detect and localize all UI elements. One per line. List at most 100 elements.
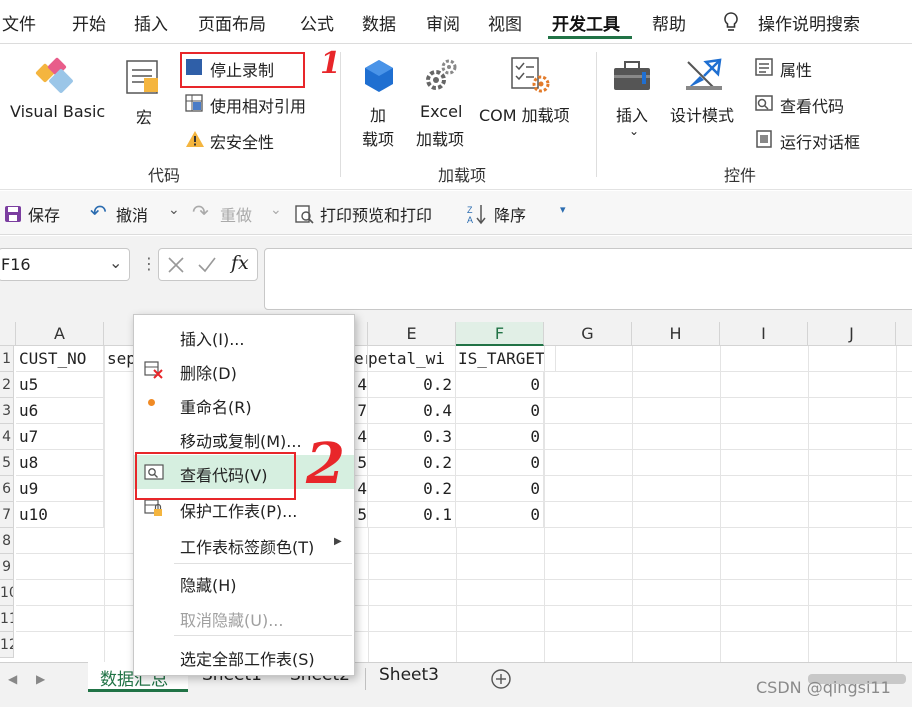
table-header-cell[interactable]: IS_TARGET <box>456 346 556 372</box>
column-header-i[interactable]: I <box>720 322 808 346</box>
table-cell[interactable]: 0.2 <box>368 372 456 398</box>
row-header[interactable]: 8 <box>0 528 14 554</box>
tab-formulas[interactable]: 公式 <box>300 10 334 35</box>
more-options-icon[interactable]: ⋮ <box>141 254 157 273</box>
visual-basic-button[interactable] <box>30 56 80 96</box>
table-cell[interactable]: u5 <box>16 372 104 398</box>
row-header[interactable]: 6 <box>0 476 14 502</box>
table-cell[interactable]: 0 <box>456 502 544 528</box>
table-cell[interactable]: u7 <box>16 424 104 450</box>
enter-check-icon[interactable] <box>197 256 217 274</box>
column-header-e[interactable]: E <box>368 322 456 346</box>
table-cell[interactable]: 5 <box>354 502 368 528</box>
relative-reference-button[interactable]: 使用相对引用 <box>210 93 306 117</box>
row-header[interactable]: 5 <box>0 450 14 476</box>
table-cell[interactable]: 4 <box>354 476 368 502</box>
table-cell[interactable]: 0 <box>456 476 544 502</box>
tab-help[interactable]: 帮助 <box>652 10 686 35</box>
row-header[interactable]: 3 <box>0 398 14 424</box>
table-cell[interactable]: 4 <box>354 424 368 450</box>
row-header[interactable]: 2 <box>0 372 14 398</box>
redo-button[interactable]: 重做 <box>220 202 252 226</box>
gear-icon[interactable] <box>422 56 460 94</box>
run-dialog-button[interactable]: 运行对话框 <box>780 129 860 153</box>
table-cell[interactable]: u10 <box>16 502 104 528</box>
table-cell[interactable]: 0 <box>456 398 544 424</box>
row-header[interactable]: 9 <box>0 554 14 580</box>
column-header-h[interactable]: H <box>632 322 720 346</box>
table-header-cell[interactable]: petal_wi <box>368 346 456 372</box>
table-cell[interactable]: 0 <box>456 424 544 450</box>
customize-qat-icon[interactable]: ▾ <box>560 203 566 216</box>
table-cell[interactable]: u6 <box>16 398 104 424</box>
table-header-cell[interactable]: er <box>354 346 368 372</box>
row-header[interactable]: 12 <box>0 632 14 658</box>
print-preview-button[interactable]: 打印预览和打印 <box>320 202 432 226</box>
row-header[interactable]: 4 <box>0 424 14 450</box>
tab-view[interactable]: 视图 <box>488 10 522 35</box>
tell-me-search[interactable]: 操作说明搜索 <box>758 10 860 35</box>
tab-home[interactable]: 开始 <box>72 10 106 35</box>
column-header-b[interactable] <box>104 322 134 346</box>
scroll-right-icon[interactable]: ▶ <box>36 672 45 686</box>
properties-button[interactable]: 属性 <box>780 57 812 81</box>
column-header-a[interactable]: A <box>16 322 104 346</box>
macro-security-button[interactable]: 宏安全性 <box>210 129 274 153</box>
table-cell[interactable]: 0 <box>456 372 544 398</box>
sheet-tab-sheet3[interactable]: Sheet3 <box>379 665 439 685</box>
tab-file[interactable]: 文件 <box>2 10 36 35</box>
row-header[interactable]: 11 <box>0 606 14 632</box>
addins-icon[interactable] <box>362 58 396 94</box>
design-mode-icon[interactable] <box>684 56 726 94</box>
menu-item-rename[interactable]: 重命名(R) <box>134 387 354 421</box>
insert-function-icon[interactable]: fx <box>231 252 249 274</box>
table-cell[interactable]: u8 <box>16 450 104 476</box>
table-cell[interactable]: 0 <box>456 450 544 476</box>
select-all-corner[interactable] <box>0 322 16 346</box>
view-code-ribbon-button[interactable]: 查看代码 <box>780 93 844 117</box>
chevron-down-icon[interactable]: ⌄ <box>270 202 282 218</box>
table-cell[interactable]: 5 <box>354 450 368 476</box>
macros-button[interactable] <box>124 58 164 98</box>
cancel-icon[interactable] <box>167 256 185 274</box>
tab-page-layout[interactable]: 页面布局 <box>198 10 266 35</box>
sort-descending-button[interactable]: 降序 <box>494 202 526 226</box>
table-header-cell[interactable]: sep <box>104 346 134 372</box>
row-header[interactable]: 10 <box>0 580 14 606</box>
row-header[interactable]: 1 <box>0 346 14 372</box>
table-cell[interactable]: 7 <box>354 398 368 424</box>
toolbox-icon[interactable] <box>612 58 654 94</box>
undo-button[interactable]: 撤消 <box>116 202 148 226</box>
menu-item-delete[interactable]: 删除(D) <box>134 353 354 387</box>
tab-data[interactable]: 数据 <box>362 10 396 35</box>
name-box[interactable]: F16 ⌄ <box>0 248 130 281</box>
row-header[interactable]: 7 <box>0 502 14 528</box>
column-header-d[interactable] <box>354 322 368 346</box>
table-cell[interactable]: 0.3 <box>368 424 456 450</box>
table-cell[interactable]: 4 <box>354 372 368 398</box>
column-header-f[interactable]: F <box>456 322 544 346</box>
save-button[interactable]: 保存 <box>28 202 60 226</box>
menu-item-insert[interactable]: 插入(I)... <box>134 319 354 353</box>
menu-item-tab-color[interactable]: 工作表标签颜色(T) ▶ <box>134 527 354 561</box>
column-header-k[interactable] <box>896 322 912 346</box>
add-sheet-icon[interactable] <box>490 668 512 690</box>
formula-input[interactable] <box>264 248 912 310</box>
tab-developer[interactable]: 开发工具 <box>552 10 620 35</box>
menu-item-select-all-sheets[interactable]: 选定全部工作表(S) <box>134 639 354 673</box>
table-cell[interactable]: 0.1 <box>368 502 456 528</box>
table-cell[interactable]: u9 <box>16 476 104 502</box>
scroll-left-icon[interactable]: ◀ <box>8 672 17 686</box>
column-header-g[interactable]: G <box>544 322 632 346</box>
table-cell[interactable]: 0.2 <box>368 476 456 502</box>
menu-item-hide[interactable]: 隐藏(H) <box>134 565 354 599</box>
chevron-down-icon[interactable]: ⌄ <box>168 202 180 218</box>
table-cell[interactable]: 0.4 <box>368 398 456 424</box>
column-header-j[interactable]: J <box>808 322 896 346</box>
table-cell[interactable]: 0.2 <box>368 450 456 476</box>
table-header-cell[interactable]: CUST_NO <box>16 346 104 372</box>
chevron-down-icon[interactable]: ⌄ <box>109 253 122 272</box>
com-addins-icon[interactable] <box>510 56 550 94</box>
tab-insert[interactable]: 插入 <box>134 10 168 35</box>
tab-review[interactable]: 审阅 <box>426 10 460 35</box>
